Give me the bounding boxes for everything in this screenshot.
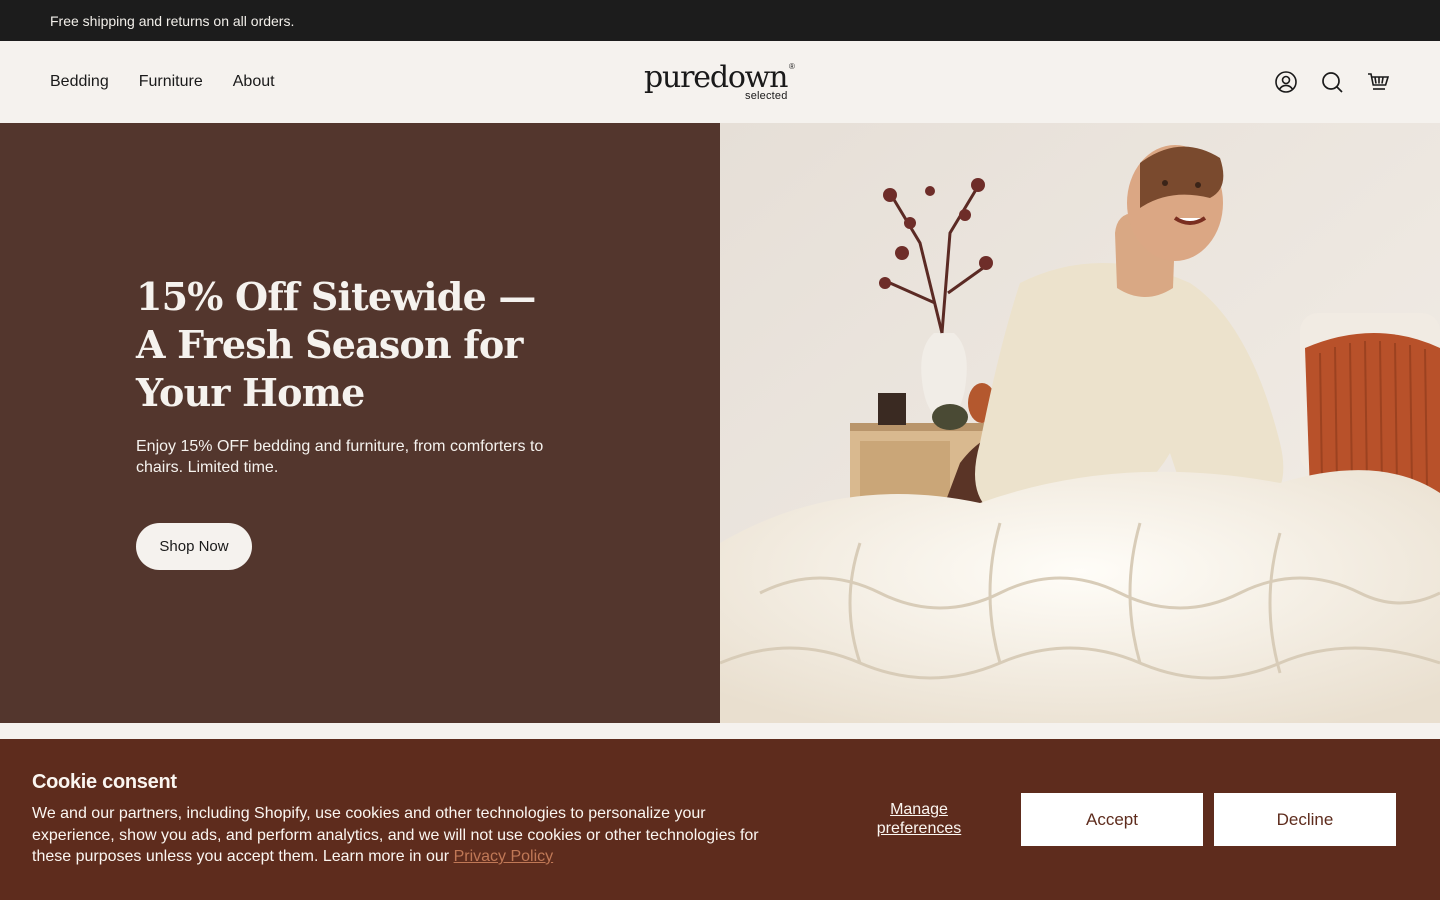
privacy-policy-link[interactable]: Privacy Policy — [454, 848, 554, 865]
cookie-text: We and our partners, including Shopify, … — [32, 805, 759, 865]
cart-icon[interactable] — [1366, 70, 1390, 94]
announcement-text: Free shipping and returns on all orders. — [50, 12, 295, 29]
nav-bedding[interactable]: Bedding — [50, 73, 109, 91]
hero-subtitle: Enjoy 15% OFF bedding and furniture, fro… — [136, 438, 544, 476]
cookie-description: We and our partners, including Shopify, … — [32, 803, 772, 868]
account-icon[interactable] — [1274, 70, 1298, 94]
decline-button[interactable]: Decline — [1214, 793, 1396, 846]
logo-registered-mark: ® — [789, 62, 795, 71]
site-header: Bedding Furniture About puredown ® selec… — [0, 41, 1440, 123]
nav-furniture[interactable]: Furniture — [139, 73, 203, 91]
hero-title: 15% Off Sitewide — A Fresh Season for Yo… — [136, 274, 536, 415]
site-logo[interactable]: puredown ® selected — [644, 60, 796, 106]
hero-panel: 15% Off Sitewide — A Fresh Season for Yo… — [0, 123, 720, 723]
accept-button[interactable]: Accept — [1021, 793, 1203, 846]
announcement-bar: Free shipping and returns on all orders. — [0, 0, 1440, 41]
manage-preferences-link[interactable]: Manage preferences — [864, 800, 974, 838]
main-nav: Bedding Furniture About — [50, 41, 275, 123]
cookie-consent-banner: Cookie consent We and our partners, incl… — [0, 739, 1440, 900]
search-icon[interactable] — [1320, 70, 1344, 94]
hero-image — [720, 123, 1440, 723]
cookie-title: Cookie consent — [32, 771, 177, 793]
header-actions — [1274, 41, 1390, 123]
nav-about[interactable]: About — [233, 73, 275, 91]
shop-now-button[interactable]: Shop Now — [136, 523, 252, 570]
logo-subtitle: selected — [745, 90, 788, 102]
